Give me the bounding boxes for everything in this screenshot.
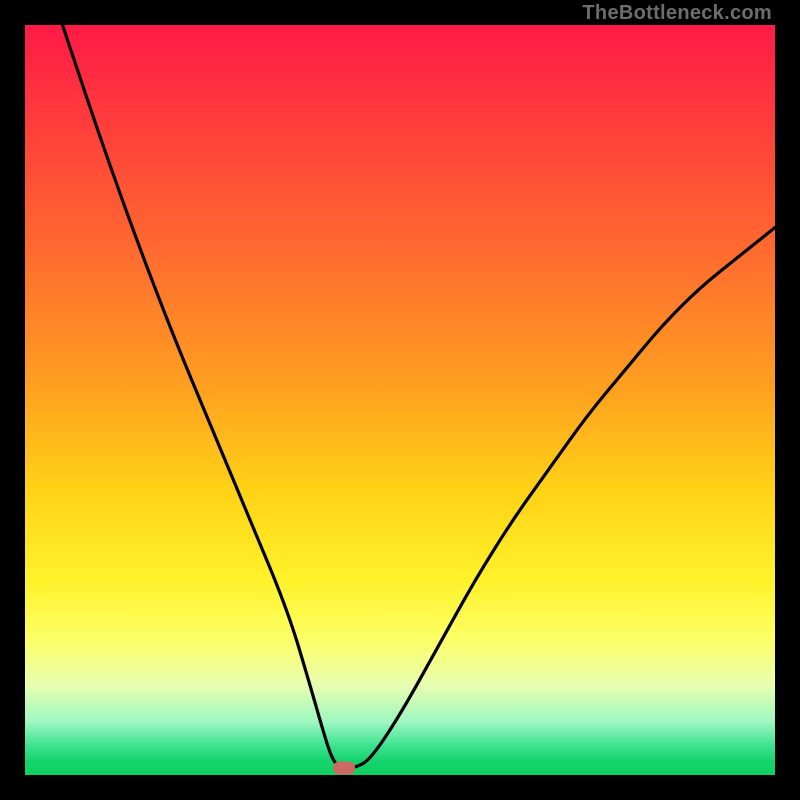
watermark-text: TheBottleneck.com [582, 2, 772, 25]
chart-frame [25, 25, 775, 775]
optimal-point-marker [333, 761, 355, 774]
bottleneck-curve [25, 25, 775, 775]
